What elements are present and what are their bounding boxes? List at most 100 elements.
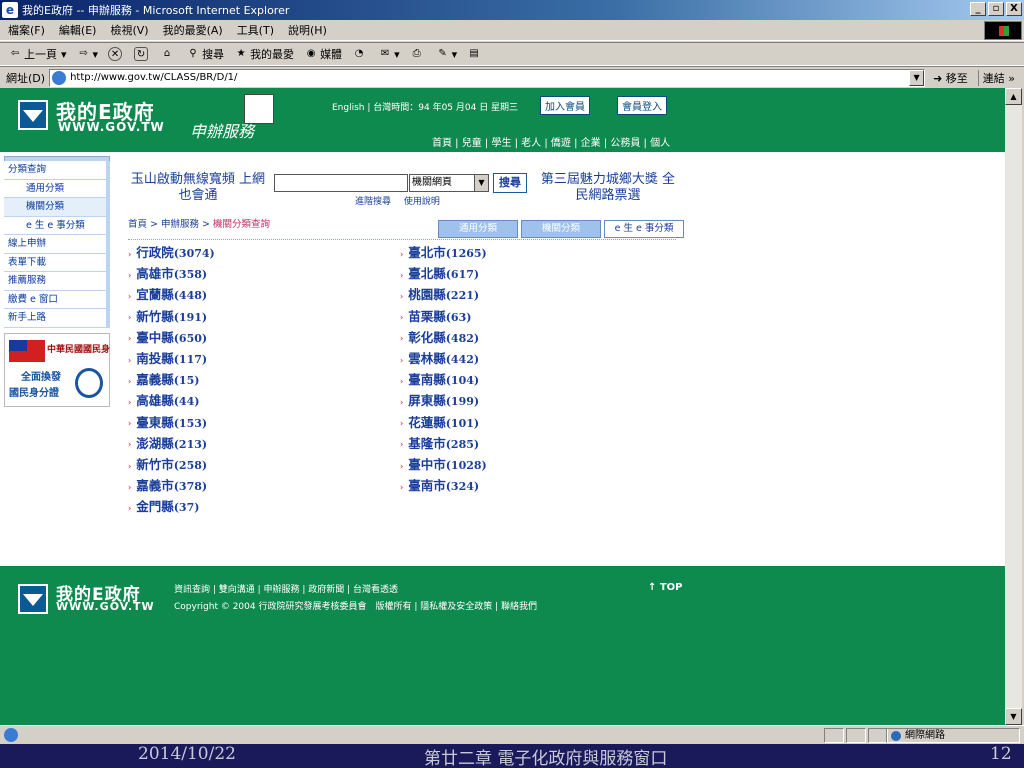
footer-links[interactable]: 資訊查詢 | 雙向溝通 | 申辦服務 | 政府新聞 | 台灣看透透: [174, 582, 398, 595]
sidebar-item-category-search[interactable]: 分類查詢: [4, 161, 110, 180]
breadcrumb: 首頁 > 申辦服務 > 機關分類查詢: [128, 216, 270, 230]
vertical-scrollbar[interactable]: ▲ ▼: [1005, 88, 1022, 725]
tab-life-events[interactable]: e 生 e 事分類: [604, 220, 684, 238]
media-button[interactable]: ◉ 媒體: [304, 46, 342, 62]
sidebar-item-life-events[interactable]: e 生 e 事分類: [4, 216, 110, 235]
category-count: (482): [445, 331, 480, 345]
page-icon: [52, 70, 67, 85]
sidebar-item-payment[interactable]: 繳費 e 窗口: [4, 290, 110, 309]
tab-agency[interactable]: 機關分類: [521, 220, 601, 238]
category-link[interactable]: › 臺南市(324): [400, 475, 479, 494]
menu-view[interactable]: 檢視(V): [110, 22, 148, 38]
forward-button[interactable]: ⇨ ▾: [77, 47, 98, 61]
address-url: http://www.gov.tw/CLASS/BR/D/1/: [70, 72, 238, 83]
edit-button[interactable]: ✎ ▾: [436, 47, 457, 61]
footer-logo-en[interactable]: WWW.GOV.TW: [56, 600, 155, 613]
address-input[interactable]: http://www.gov.tw/CLASS/BR/D/1/ ▼: [49, 68, 926, 87]
site-logo-en[interactable]: WWW.GOV.TW: [58, 120, 165, 134]
search-input[interactable]: [274, 174, 408, 192]
member-login-button[interactable]: 會員登入: [617, 96, 667, 115]
category-link[interactable]: › 桃園縣(221): [400, 284, 479, 303]
category-count: (358): [173, 268, 208, 282]
scroll-up-icon[interactable]: ▲: [1005, 88, 1022, 105]
gov-logo-icon[interactable]: [18, 100, 48, 130]
category-link[interactable]: › 臺中市(1028): [400, 454, 487, 473]
category-link[interactable]: › 臺東縣(153): [128, 412, 207, 431]
maximize-button[interactable]: ▫: [988, 2, 1004, 16]
category-link[interactable]: › 澎湖縣(213): [128, 433, 207, 452]
tab-general[interactable]: 通用分類: [438, 220, 518, 238]
close-button[interactable]: X: [1006, 2, 1022, 16]
category-link[interactable]: › 彰化縣(482): [400, 327, 479, 346]
sidebar-item-online-apply[interactable]: 線上申辦: [4, 235, 110, 254]
bullet-arrow-icon: ›: [400, 248, 404, 259]
promo-left-link[interactable]: 玉山啟動無線寬頻 上網也會通: [130, 172, 266, 204]
menu-edit[interactable]: 編輯(E): [59, 22, 97, 38]
menu-favorites[interactable]: 我的最愛(A): [163, 22, 223, 38]
discuss-button[interactable]: ▤: [467, 47, 483, 61]
footer-gov-logo-icon[interactable]: [18, 584, 48, 614]
breadcrumb-home[interactable]: 首頁: [128, 219, 147, 230]
join-member-button[interactable]: 加入會員: [540, 96, 590, 115]
sidebar-item-beginner[interactable]: 新手上路: [4, 309, 110, 328]
category-count: (442): [445, 353, 480, 366]
category-link[interactable]: › 高雄縣(44): [128, 390, 199, 409]
breadcrumb-service[interactable]: 申辦服務: [161, 219, 199, 230]
sidebar-item-forms[interactable]: 表單下載: [4, 253, 110, 272]
category-link[interactable]: › 行政院(3074): [128, 242, 215, 261]
favorites-button[interactable]: ★ 我的最愛: [234, 46, 294, 62]
category-link[interactable]: › 嘉義縣(15): [128, 369, 199, 388]
usage-help-link[interactable]: 使用說明: [404, 197, 440, 207]
header-nav[interactable]: 首頁 | 兒童 | 學生 | 老人 | 僑遊 | 企業 | 公務員 | 個人: [432, 134, 670, 149]
ie-icon: e: [2, 2, 18, 18]
back-to-top-link[interactable]: ↑ TOP: [648, 582, 683, 593]
address-label: 網址(D): [6, 71, 46, 85]
go-button[interactable]: ➜ 移至: [933, 70, 968, 86]
category-link[interactable]: › 金門縣(37): [128, 496, 199, 515]
category-link[interactable]: › 南投縣(117): [128, 348, 207, 367]
refresh-button[interactable]: ↻: [134, 47, 150, 61]
menu-tools[interactable]: 工具(T): [237, 22, 274, 38]
category-link[interactable]: › 屏東縣(199): [400, 390, 479, 409]
category-link[interactable]: › 基隆市(285): [400, 433, 479, 452]
sidebar-item-recommended[interactable]: 推薦服務: [4, 272, 110, 291]
minimize-button[interactable]: _: [970, 2, 986, 16]
home-button[interactable]: ⌂: [160, 47, 176, 61]
back-button[interactable]: ⇦ 上一頁 ▾: [8, 46, 67, 62]
sidebar-item-agency[interactable]: 機關分類: [4, 198, 110, 217]
advanced-search-link[interactable]: 進階搜尋: [355, 197, 391, 207]
links-button[interactable]: 連結 »: [977, 69, 1015, 86]
menu-file[interactable]: 檔案(F): [8, 22, 45, 38]
site-search-button[interactable]: 搜尋: [493, 173, 527, 193]
category-link[interactable]: › 嘉義市(378): [128, 475, 207, 494]
search-button[interactable]: ⚲ 搜尋: [186, 46, 224, 62]
category-link[interactable]: › 臺南縣(104): [400, 369, 479, 388]
category-link[interactable]: › 花蓮縣(101): [400, 412, 479, 431]
mail-button[interactable]: ✉ ▾: [378, 47, 400, 61]
category-count: (1265): [445, 247, 487, 260]
category-link[interactable]: › 新竹縣(191): [128, 306, 207, 325]
category-link[interactable]: › 臺中縣(650): [128, 327, 207, 346]
promo-right-link[interactable]: 第三屆魅力城鄉大獎 全民網路票選: [538, 172, 678, 204]
bullet-arrow-icon: ›: [400, 481, 404, 492]
history-button[interactable]: ◔: [352, 47, 368, 61]
category-link[interactable]: › 宜蘭縣(448): [128, 284, 207, 303]
print-button[interactable]: ⎙: [410, 47, 426, 61]
category-count: (153): [173, 416, 208, 430]
stop-button[interactable]: ✕: [108, 47, 124, 61]
id-card-banner[interactable]: 中華民國國民身 全面換發 國民身分證: [4, 333, 110, 407]
category-link[interactable]: › 臺北縣(617): [400, 263, 479, 282]
address-dropdown[interactable]: ▼: [909, 69, 925, 86]
category-link[interactable]: › 新竹市(258): [128, 454, 207, 473]
category-link[interactable]: › 苗栗縣(63): [400, 306, 471, 325]
favorites-label: 我的最愛: [250, 48, 295, 61]
category-link[interactable]: › 臺北市(1265): [400, 242, 487, 261]
search-scope-select[interactable]: 機關網頁 ▼: [409, 174, 489, 192]
category-name: 臺北市: [408, 245, 446, 260]
category-link[interactable]: › 雲林縣(442): [400, 348, 479, 367]
scroll-down-icon[interactable]: ▼: [1005, 708, 1022, 725]
sidebar-item-general[interactable]: 通用分類: [4, 179, 110, 198]
category-count: (1028): [445, 459, 487, 472]
menu-help[interactable]: 說明(H): [288, 22, 327, 38]
category-link[interactable]: › 高雄市(358): [128, 263, 207, 282]
